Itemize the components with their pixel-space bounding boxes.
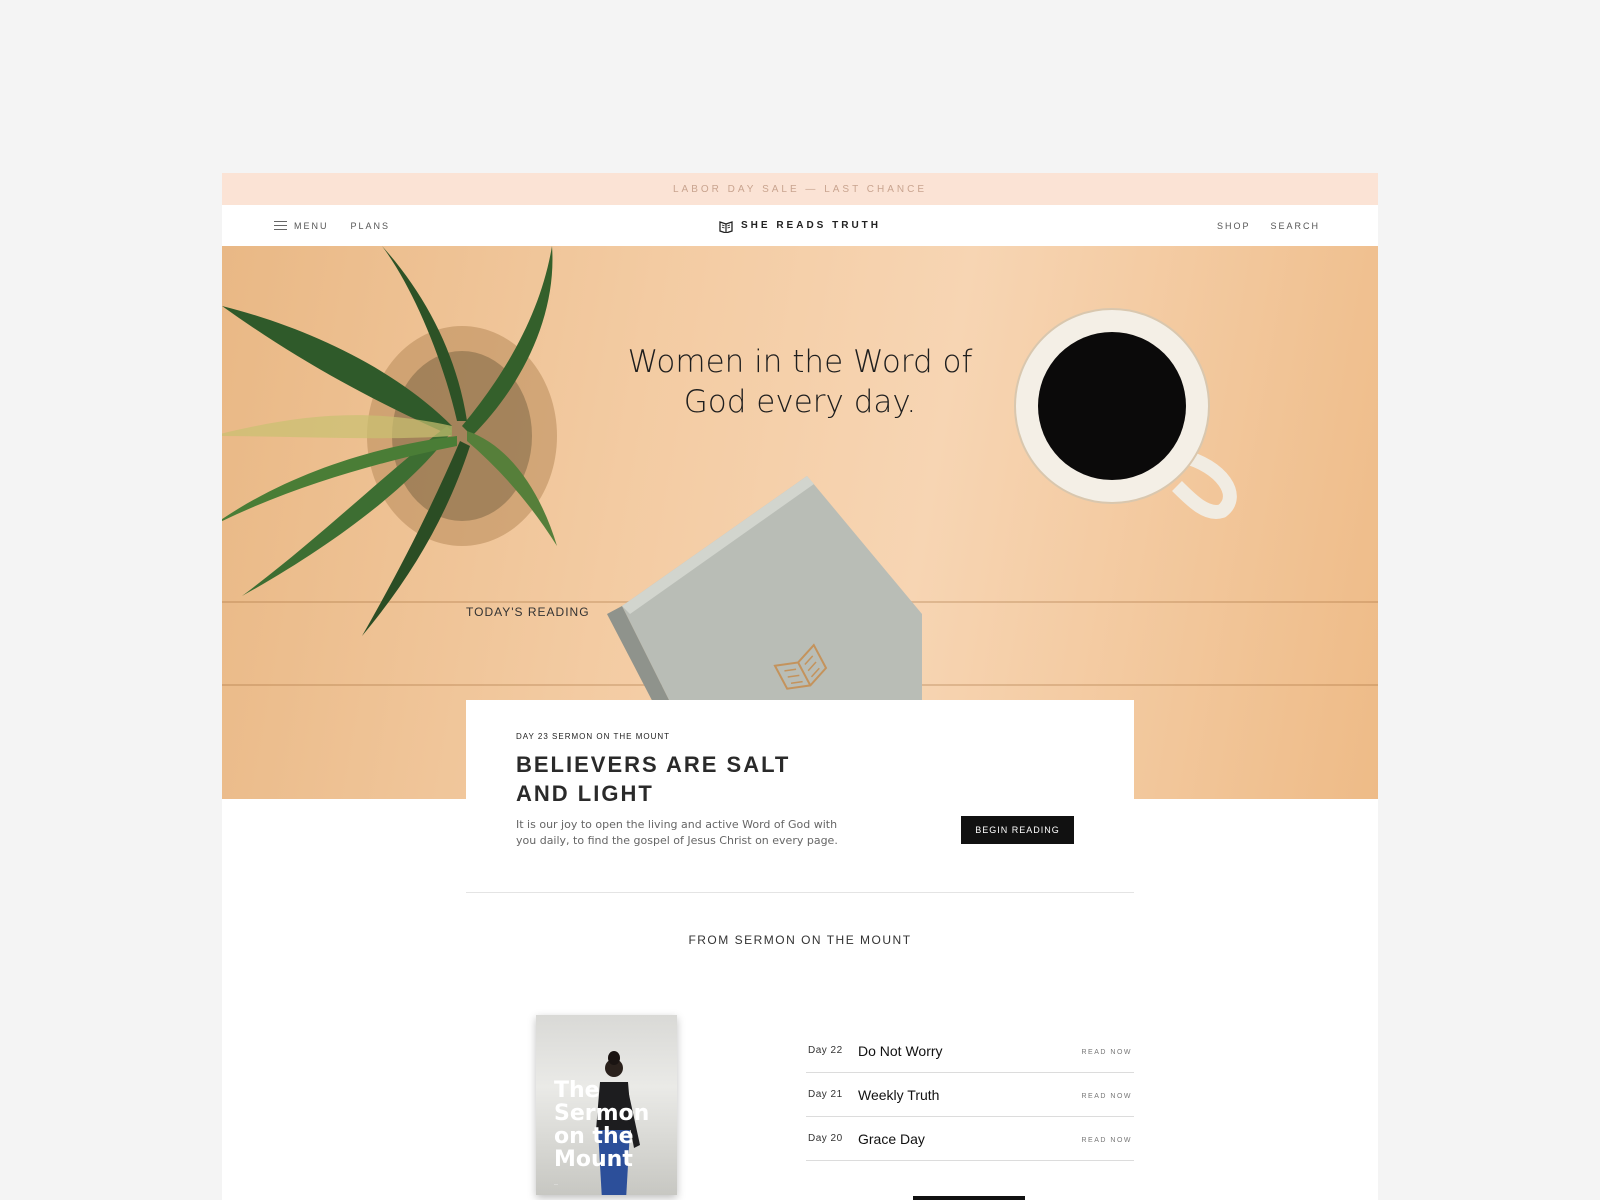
menu-button[interactable]: MENU	[274, 221, 329, 231]
read-now-link[interactable]: READ NOW	[1082, 1137, 1133, 1144]
nav-left: MENU PLANS	[274, 205, 390, 246]
plans-link[interactable]: PLANS	[351, 221, 391, 231]
reading-description: It is our joy to open the living and act…	[516, 818, 838, 847]
hamburger-icon	[274, 221, 287, 230]
reading-title-line-2: AND LIGHT	[516, 781, 654, 806]
view-plan-button[interactable]	[913, 1196, 1025, 1200]
day-number: Day 20	[808, 1133, 843, 1144]
top-navigation: MENU PLANS SHE READS TRUTH SHOP SEARCH	[222, 205, 1378, 246]
day-number: Day 21	[808, 1089, 843, 1100]
search-link[interactable]: SEARCH	[1270, 221, 1320, 231]
read-now-link[interactable]: READ NOW	[1082, 1093, 1133, 1100]
todays-reading-card: DAY 23 SERMON ON THE MOUNT BELIEVERS ARE…	[466, 700, 1134, 890]
day-list-item[interactable]: Day 21 Weekly Truth READ NOW	[806, 1073, 1134, 1117]
cover-subtitle-mark: —	[554, 1181, 559, 1186]
cover-title: The Sermon on the Mount	[554, 1078, 650, 1172]
plan-cover-image[interactable]: The Sermon on the Mount —	[536, 1015, 677, 1195]
day-title[interactable]: Do Not Worry	[858, 1043, 943, 1059]
site-page: LABOR DAY SALE — LAST CHANCE MENU PLANS …	[222, 173, 1378, 1200]
promo-text[interactable]: LABOR DAY SALE — LAST CHANCE	[673, 184, 927, 195]
menu-label: MENU	[294, 220, 329, 231]
reading-title-line-1: BELIEVERS ARE SALT	[516, 752, 791, 777]
hero-headline: Women in the Word of God every day.	[222, 342, 1378, 422]
begin-reading-button[interactable]: BEGIN READING	[961, 816, 1074, 844]
reading-meta: DAY 23 SERMON ON THE MOUNT	[516, 732, 671, 741]
plan-days-list: Day 22 Do Not Worry READ NOW Day 21 Week…	[806, 1029, 1134, 1161]
brand-name: SHE READS TRUTH	[740, 220, 882, 231]
site-logo[interactable]: SHE READS TRUTH	[719, 205, 881, 246]
day-title[interactable]: Grace Day	[858, 1131, 925, 1147]
section-divider	[466, 892, 1134, 893]
potted-plant-image	[222, 246, 557, 636]
day-number: Day 22	[808, 1045, 843, 1056]
promo-banner[interactable]: LABOR DAY SALE — LAST CHANCE	[222, 173, 1378, 205]
open-book-icon	[719, 220, 733, 233]
day-list-item[interactable]: Day 22 Do Not Worry READ NOW	[806, 1029, 1134, 1073]
nav-right: SHOP SEARCH	[1217, 205, 1320, 246]
read-now-link[interactable]: READ NOW	[1082, 1049, 1133, 1056]
hero-headline-line-1: Women in the Word of	[627, 344, 973, 380]
plan-section-title: FROM SERMON ON THE MOUNT	[688, 933, 912, 947]
day-title[interactable]: Weekly Truth	[858, 1087, 939, 1103]
day-list-item[interactable]: Day 20 Grace Day READ NOW	[806, 1117, 1134, 1161]
hero-headline-line-2: God every day.	[683, 384, 917, 420]
reading-title[interactable]: BELIEVERS ARE SALT AND LIGHT	[516, 750, 816, 808]
shop-link[interactable]: SHOP	[1217, 221, 1251, 231]
todays-reading-label: TODAY'S READING	[466, 605, 590, 619]
